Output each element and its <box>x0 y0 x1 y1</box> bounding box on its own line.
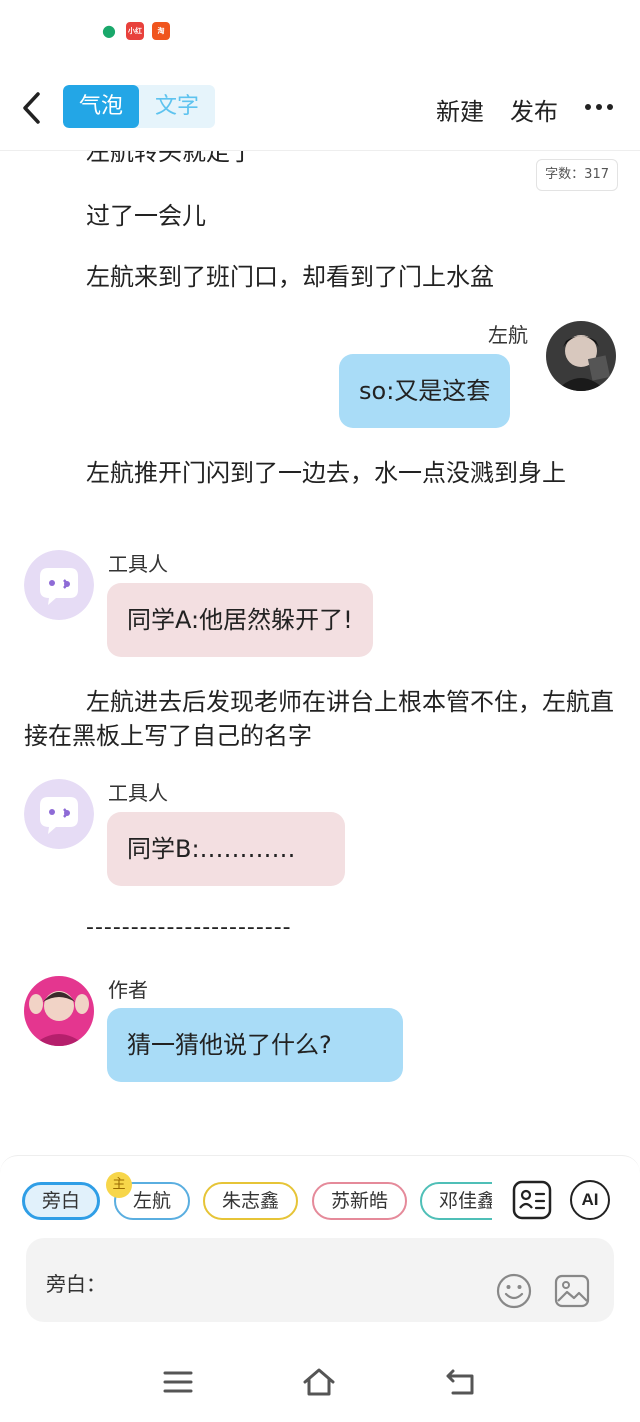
more-dot-icon <box>607 104 613 110</box>
hamburger-icon <box>163 1371 193 1393</box>
speaker-name: 工具人 <box>108 552 168 576</box>
chat-bubble-face-icon <box>24 779 94 849</box>
image-icon <box>554 1274 590 1308</box>
avatar-tool-person[interactable] <box>24 550 94 620</box>
system-nav-bar <box>0 1345 640 1422</box>
composer-panel: 旁白 左航 朱志鑫 苏新皓 邓佳鑫 主 AI 旁白： <box>0 1155 640 1345</box>
mode-toggle: 气泡 文字 <box>63 85 215 128</box>
narration-text: 过了一会儿 <box>86 202 206 230</box>
more-options-button[interactable] <box>585 104 613 110</box>
separator-line: ----------------------- <box>86 915 292 940</box>
tab-text[interactable]: 文字 <box>139 85 215 128</box>
taobao-icon: 淘 <box>152 22 170 40</box>
menu-nav-button[interactable] <box>161 1367 195 1397</box>
back-nav-button[interactable] <box>445 1367 479 1397</box>
home-icon <box>303 1368 335 1396</box>
publish-button[interactable]: 发布 <box>510 92 558 127</box>
message-input[interactable]: 旁白： <box>26 1238 614 1322</box>
status-bar: ● 小红书 淘 <box>0 0 640 60</box>
smiley-icon <box>496 1273 532 1309</box>
tab-bubble[interactable]: 气泡 <box>63 85 139 128</box>
back-button[interactable] <box>18 88 48 128</box>
home-nav-button[interactable] <box>302 1367 336 1397</box>
image-button[interactable] <box>554 1273 590 1309</box>
character-chips[interactable]: 旁白 左航 朱志鑫 苏新皓 邓佳鑫 <box>22 1182 492 1222</box>
word-count-badge: 字数：317 <box>536 159 618 191</box>
role-card-button[interactable] <box>512 1180 552 1220</box>
chat-bubble-left[interactable]: 同学A:他居然躲开了! <box>107 583 373 657</box>
avatar-author[interactable] <box>24 976 94 1046</box>
speaker-name: 作者 <box>108 978 148 1002</box>
input-speaker-label: 旁白： <box>46 1272 106 1296</box>
return-icon <box>446 1369 474 1395</box>
emoji-button[interactable] <box>496 1273 532 1309</box>
narration-text: 左航来到了班门口，却看到了门上水盆 <box>86 263 494 291</box>
top-bar: 气泡 文字 新建 发布 <box>0 70 640 150</box>
more-dot-icon <box>585 104 591 110</box>
avatar-photo-icon <box>546 321 616 391</box>
xiaohongshu-icon: 小红书 <box>126 22 144 53</box>
narration-text: 左航转头就走了 <box>86 151 254 166</box>
speaker-name: 工具人 <box>108 781 168 805</box>
avatar-tool-person[interactable] <box>24 779 94 849</box>
chat-bubble-left[interactable]: 猜一猜他说了什么? <box>107 1008 403 1082</box>
narration-text: 左航推开门闪到了一边去，水一点没溅到身上 <box>86 459 566 487</box>
new-button[interactable]: 新建 <box>436 92 484 127</box>
chat-bubble-right[interactable]: so:又是这套 <box>339 354 511 428</box>
more-dot-icon <box>596 104 602 110</box>
narration-text: 左航进去后发现老师在讲台上根本管不住，左航直接在黑板上写了自己的名字 <box>24 688 614 750</box>
app-green-icon: ● <box>100 22 118 40</box>
chat-bubble-left[interactable]: 同学B:………… <box>107 812 345 886</box>
ai-button[interactable]: AI <box>570 1180 610 1220</box>
contact-card-icon <box>512 1180 552 1220</box>
avatar-photo-icon <box>24 976 94 1046</box>
speaker-name: 左航 <box>488 323 528 347</box>
chip-suxinhao[interactable]: 苏新皓 <box>312 1182 407 1220</box>
story-content[interactable]: 左航转头就走了 字数：317 过了一会儿 左航来到了班门口，却看到了门上水盆 左… <box>0 151 640 1151</box>
chevron-left-icon <box>23 92 40 124</box>
chip-narrator[interactable]: 旁白 <box>22 1182 100 1220</box>
chat-bubble-face-icon <box>24 550 94 620</box>
chip-zhuzhixin[interactable]: 朱志鑫 <box>203 1182 298 1220</box>
chip-dengjiaxin[interactable]: 邓佳鑫 <box>420 1182 492 1220</box>
host-badge: 主 <box>106 1172 132 1198</box>
notification-icons: ● 小红书 淘 <box>100 22 170 53</box>
avatar-zuohang[interactable] <box>546 321 616 391</box>
